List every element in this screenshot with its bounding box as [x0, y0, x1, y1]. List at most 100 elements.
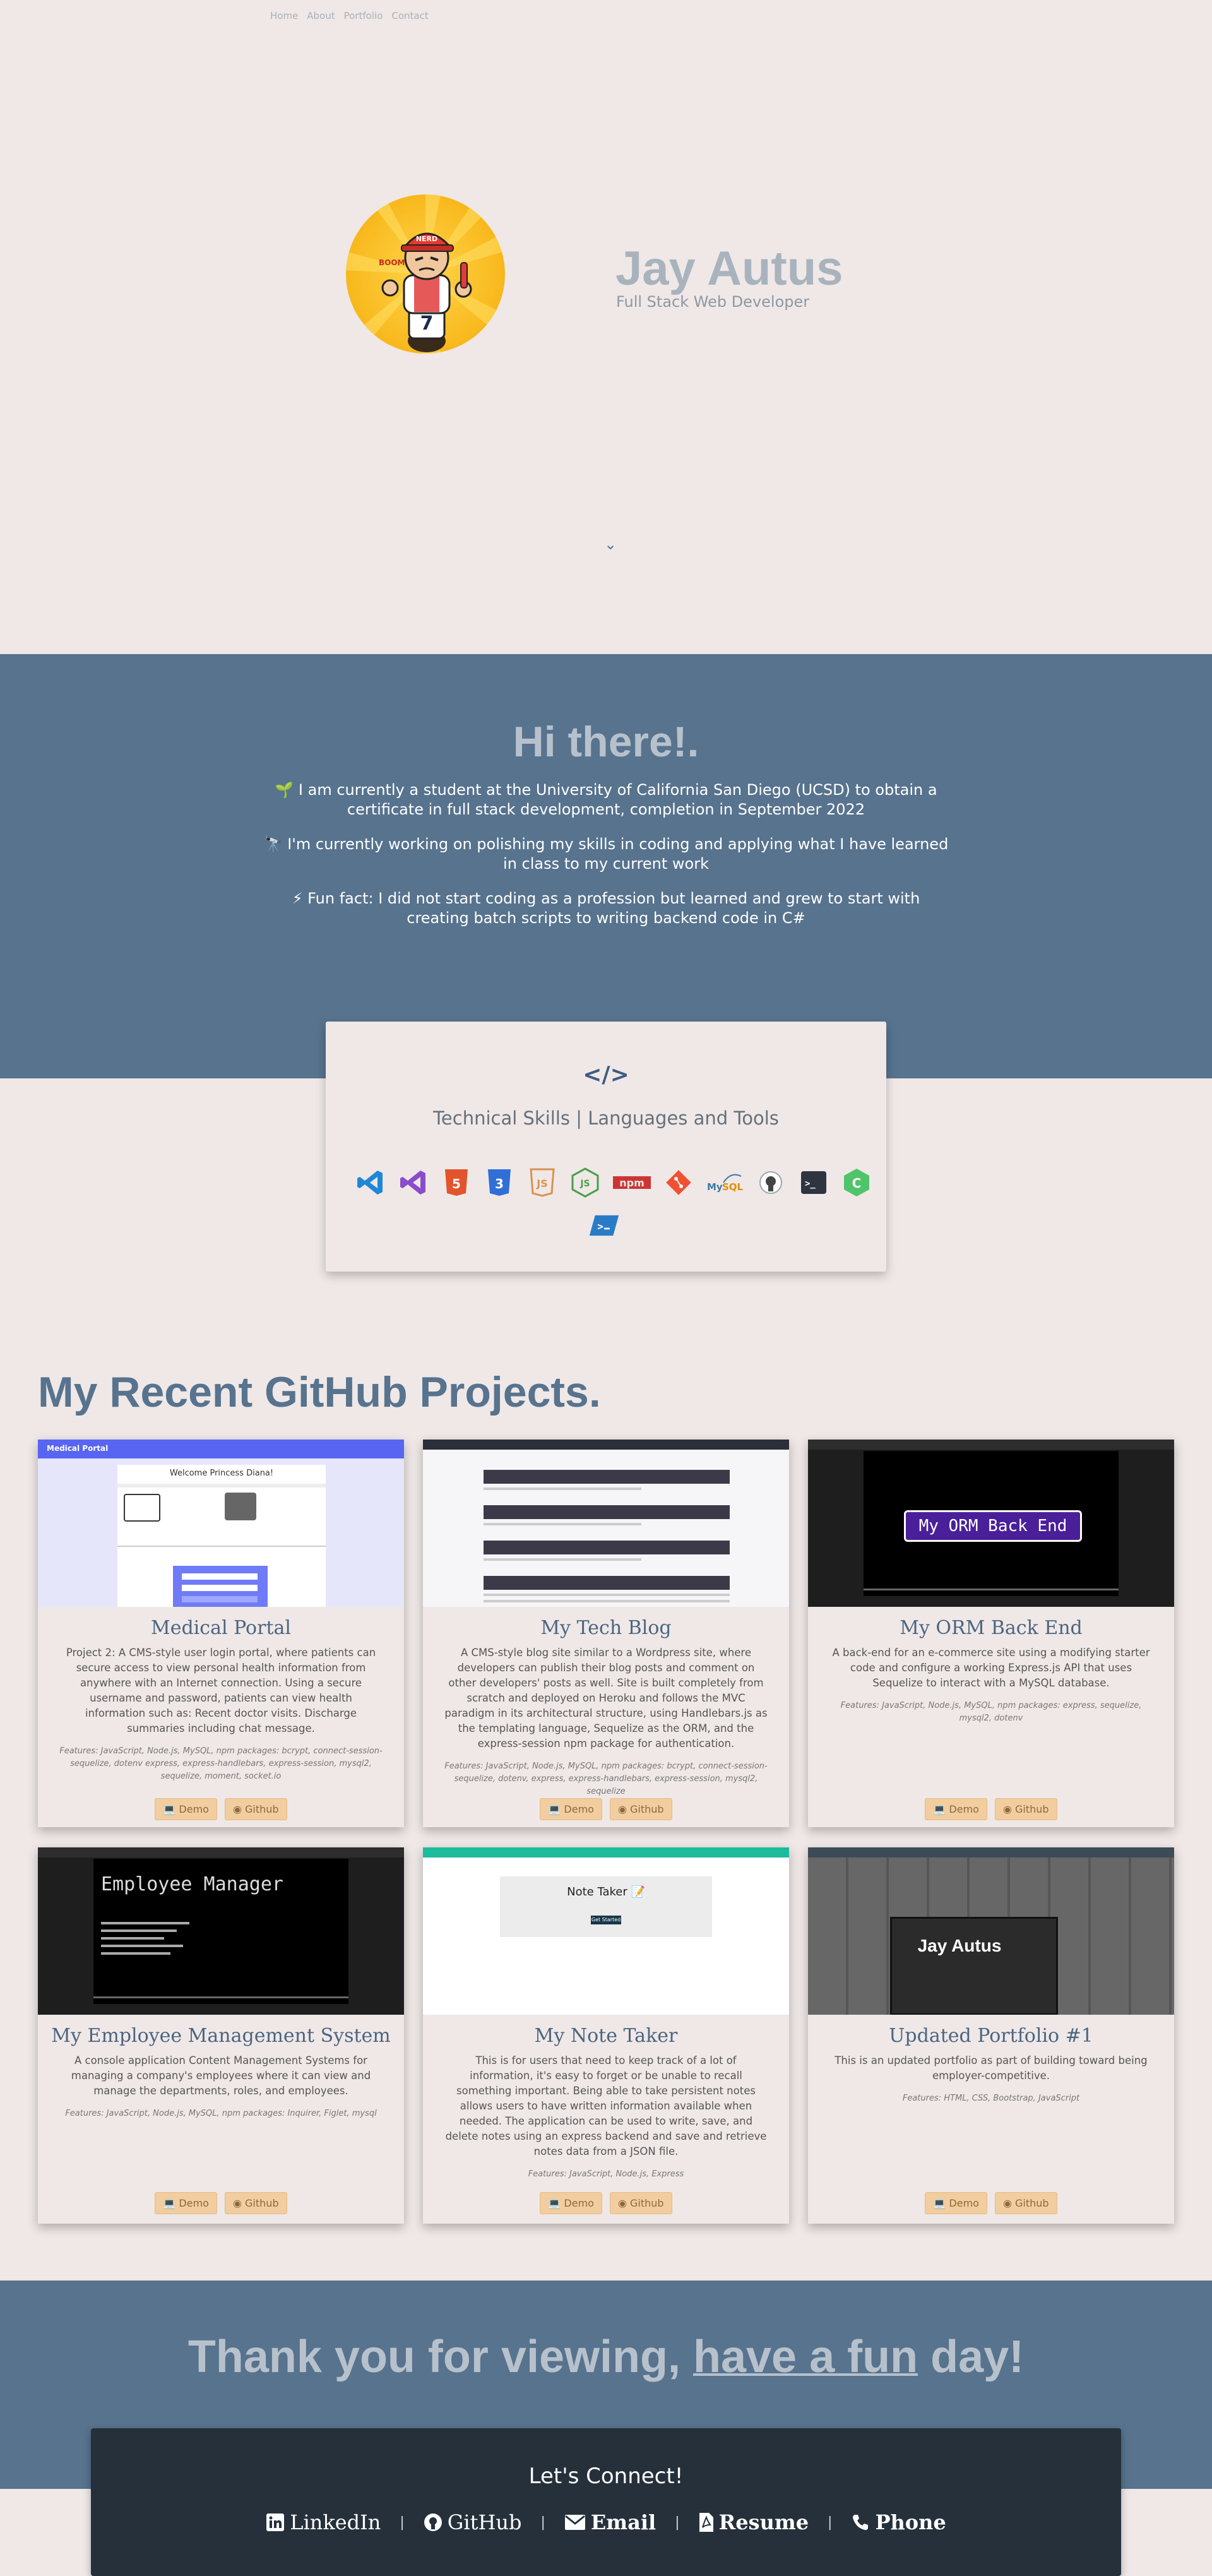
project-title: My Note Taker — [534, 2025, 678, 2047]
project-buttons: 💻 Demo ◉ Github — [38, 1798, 404, 1820]
svg-text:SQL: SQL — [722, 1181, 744, 1193]
hero-name: Jay Autus — [615, 242, 843, 295]
demo-button[interactable]: 💻 Demo — [540, 2192, 602, 2214]
demo-button[interactable]: 💻 Demo — [155, 2192, 217, 2214]
nav-portfolio-link[interactable]: Portfolio — [344, 10, 383, 21]
demo-button[interactable]: 💻 Demo — [925, 1798, 987, 1820]
github-button[interactable]: ◉ Github — [609, 1798, 672, 1820]
demo-button[interactable]: 💻 Demo — [540, 1798, 602, 1820]
github-button[interactable]: ◉ Github — [224, 1798, 287, 1820]
github-button-label: Github — [245, 2197, 279, 2209]
project-features: Features: JavaScript, Node.js, MySQL, np… — [444, 1762, 768, 1796]
project-card: Jay Autus Updated Portfolio #1 This is a… — [808, 1847, 1174, 2224]
git-icon — [663, 1167, 694, 1198]
mysql-icon: My SQL — [706, 1167, 744, 1198]
project-buttons: 💻 Demo ◉ Github — [808, 2192, 1174, 2214]
project-buttons: 💻 Demo ◉ Github — [808, 1798, 1174, 1820]
separator: | — [540, 2514, 545, 2531]
email-label: Email — [590, 2510, 656, 2534]
contact-footer: Let's Connect! LinkedIn | GitHub | Email… — [91, 2428, 1121, 2576]
project-buttons: 💻 Demo ◉ Github — [423, 2192, 789, 2214]
project-thumbnail[interactable]: Employee Manager — [38, 1847, 404, 2015]
projects-title: My Recent GitHub Projects. — [38, 1368, 601, 1416]
nav-about-link[interactable]: About — [307, 10, 335, 21]
top-nav: Home About Portfolio Contact — [270, 10, 429, 21]
github-label: GitHub — [447, 2510, 522, 2534]
project-card: Medical Portal Welcome Princess Diana! M… — [38, 1440, 404, 1827]
about-paragraph-fun-fact: ⚡ Fun fact: I did not start coding as a … — [292, 890, 920, 927]
project-features: Features: JavaScript, Node.js, MySQL, np… — [65, 2109, 377, 2118]
project-description: Project 2: A CMS-style user login portal… — [66, 1647, 376, 1734]
project-card: My Tech Blog A CMS-style blog site simil… — [423, 1440, 789, 1827]
email-link[interactable]: Email — [564, 2510, 656, 2534]
skills-title: Technical Skills | Languages and Tools — [433, 1107, 779, 1129]
nav-contact-link[interactable]: Contact — [391, 10, 428, 21]
html5-icon: 5 — [441, 1167, 472, 1198]
separator: | — [828, 2514, 833, 2531]
svg-text:My: My — [707, 1181, 723, 1193]
nav-home-link[interactable]: Home — [270, 10, 298, 21]
project-description: A CMS-style blog site similar to a Wordp… — [444, 1647, 768, 1750]
svg-text:>_: >_ — [805, 1179, 816, 1189]
github-icon: ◉ — [617, 1803, 627, 1815]
avatar-cartoon: 7 NERD BOOM — [346, 194, 505, 354]
resume-link[interactable]: Resume — [699, 2510, 809, 2534]
linkedin-link[interactable]: LinkedIn — [266, 2510, 381, 2534]
github-icon: ◉ — [1002, 1803, 1012, 1815]
project-thumbnail[interactable]: Note Taker 📝 Get Started — [423, 1847, 789, 2015]
svg-text:3: 3 — [495, 1176, 504, 1191]
project-features: Features: JavaScript, Node.js, Express — [528, 2169, 684, 2179]
css3-icon: 3 — [484, 1167, 515, 1198]
project-thumbnail[interactable]: My ORM Back End — [808, 1440, 1174, 1607]
file-pdf-icon — [699, 2513, 713, 2532]
avatar: 7 NERD BOOM — [346, 194, 505, 354]
vscode-icon — [355, 1167, 386, 1198]
project-title: My Employee Management System — [51, 2025, 391, 2047]
svg-text:BOOM: BOOM — [379, 258, 405, 267]
skills-icon-row: 5 3 JS JS npm My SQL >_ C — [355, 1167, 872, 1198]
project-title: My Tech Blog — [540, 1617, 672, 1639]
svg-text:NERD: NERD — [416, 235, 437, 243]
powershell-icon: > — [588, 1210, 620, 1241]
project-card: Employee Manager My Employee Management … — [38, 1847, 404, 2224]
thanks-underlined: have a fun — [692, 2332, 918, 2382]
project-buttons: 💻 Demo ◉ Github — [423, 1798, 789, 1820]
javascript-icon: JS — [526, 1167, 558, 1198]
svg-text:JS: JS — [579, 1179, 590, 1189]
project-title: Updated Portfolio #1 — [889, 2025, 1093, 2047]
thumb-header-text: Medical Portal — [47, 1444, 109, 1453]
about-paragraph-working: 🔭 I'm currently working on polishing my … — [263, 835, 949, 873]
github-button[interactable]: ◉ Github — [224, 2192, 287, 2214]
thanks-heading: Thank you for viewing, have a fun day! — [0, 2331, 1212, 2383]
github-button[interactable]: ◉ Github — [994, 1798, 1057, 1820]
project-title: My ORM Back End — [900, 1617, 1083, 1639]
demo-button[interactable]: 💻 Demo — [155, 1798, 217, 1820]
phone-label: Phone — [875, 2510, 946, 2534]
github-link[interactable]: GitHub — [424, 2510, 522, 2534]
github-button[interactable]: ◉ Github — [609, 2192, 672, 2214]
svg-text:C: C — [852, 1176, 862, 1191]
github-icon: ◉ — [232, 1803, 242, 1815]
phone-link[interactable]: Phone — [851, 2510, 946, 2534]
project-thumbnail[interactable] — [423, 1440, 789, 1607]
linkedin-icon — [266, 2513, 285, 2531]
scroll-down-icon[interactable]: ⌄ — [604, 535, 617, 553]
github-button[interactable]: ◉ Github — [994, 2192, 1057, 2214]
github-button-label: Github — [630, 1803, 664, 1815]
github-button-label: Github — [1015, 2197, 1049, 2209]
project-card: My ORM Back End My ORM Back End A back-e… — [808, 1440, 1174, 1827]
project-title: Medical Portal — [151, 1617, 291, 1639]
demo-button[interactable]: 💻 Demo — [925, 2192, 987, 2214]
github-icon: ◉ — [232, 2197, 242, 2209]
github-icon: ◉ — [1002, 2197, 1012, 2209]
project-description: This is an updated portfolio as part of … — [835, 2054, 1148, 2082]
project-thumbnail[interactable]: Jay Autus — [808, 1847, 1174, 2015]
svg-text:5: 5 — [452, 1176, 461, 1191]
envelope-icon — [564, 2515, 585, 2530]
project-thumbnail[interactable]: Medical Portal Welcome Princess Diana! — [38, 1440, 404, 1607]
terminal-icon: >_ — [798, 1167, 829, 1198]
svg-text:npm: npm — [619, 1177, 645, 1189]
skills-card: </> Technical Skills | Languages and Too… — [326, 1022, 886, 1272]
connect-heading: Let's Connect! — [528, 2464, 684, 2489]
linkedin-label: LinkedIn — [290, 2510, 381, 2534]
